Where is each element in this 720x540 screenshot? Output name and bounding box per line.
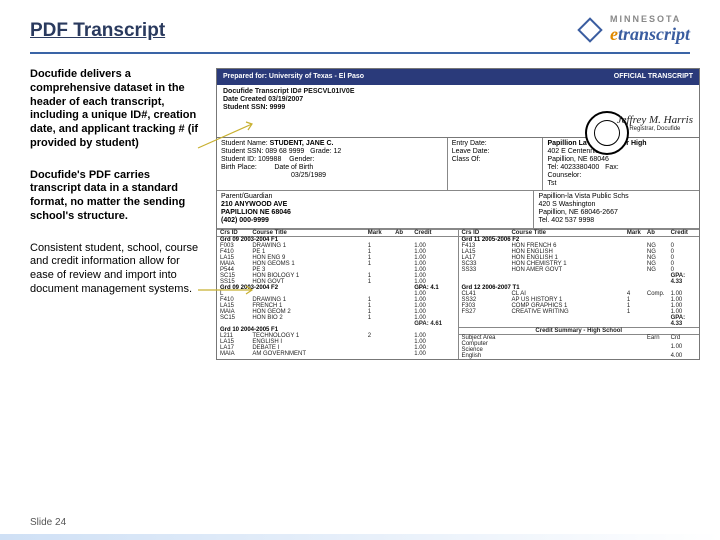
student-ssn: Student SSN: 9999 bbox=[223, 104, 693, 112]
footer-bar bbox=[0, 534, 720, 540]
bullet-1: Docufide delivers a comprehensive datase… bbox=[30, 68, 202, 151]
doc-header: Prepared for: University of Texas - El P… bbox=[217, 69, 699, 85]
slide-number: Slide 24 bbox=[30, 517, 66, 528]
logo-state: MINNESOTA bbox=[610, 14, 690, 24]
transcript-document: Prepared for: University of Texas - El P… bbox=[216, 68, 700, 360]
diamond-icon bbox=[576, 16, 604, 44]
student-block: Student Name: STUDENT, JANE C. Student S… bbox=[217, 138, 699, 191]
brand-logo: MINNESOTA etranscript bbox=[576, 14, 690, 45]
logo-word: etranscript bbox=[610, 24, 690, 45]
bullet-3: Consistent student, school, course and c… bbox=[30, 242, 202, 297]
date-created: Date Created 03/19/2007 bbox=[223, 96, 693, 104]
bullet-2: Docufide's PDF carries transcript data i… bbox=[30, 169, 202, 224]
description-column: Docufide delivers a comprehensive datase… bbox=[30, 68, 202, 360]
official-label: OFFICIAL TRANSCRIPT bbox=[614, 73, 693, 81]
parent-district-block: Parent/Guardian 210 ANYWOOD AVE PAPILLIO… bbox=[217, 191, 699, 228]
course-table: Crs IDCourse TitleMarkAbCreditGrd 09 200… bbox=[217, 229, 699, 359]
prepared-for: Prepared for: University of Texas - El P… bbox=[223, 73, 364, 80]
registrar-signature: Jeffrey M. Harris Registrar, Docufide bbox=[617, 115, 693, 132]
arrow-1-icon bbox=[196, 120, 256, 160]
doc-meta: Docufide Transcript ID# PESCVL01IV0E Dat… bbox=[217, 85, 699, 138]
transcript-id: Docufide Transcript ID# PESCVL01IV0E bbox=[223, 88, 693, 96]
arrow-2-icon bbox=[196, 280, 256, 300]
